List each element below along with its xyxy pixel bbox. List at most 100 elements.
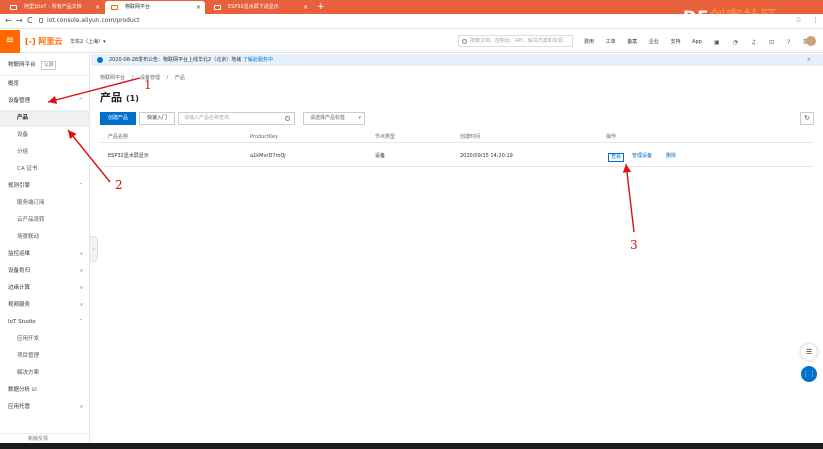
breadcrumb-iot[interactable]: 物联网平台 (100, 75, 125, 81)
sidebar-item[interactable]: 解决方案 (0, 365, 89, 382)
nav-support[interactable]: 支持 (670, 38, 680, 45)
url-field[interactable]: iot.console.aliyun.com/product (47, 16, 139, 26)
chevron-up-icon[interactable]: ^ (79, 314, 83, 331)
sidebar-item-label: 应用托管 (8, 404, 31, 410)
sidebar-item-label: 概览 (8, 81, 20, 87)
sidebar-item-label: 数据分析 ☑ (8, 387, 37, 393)
info-icon (97, 57, 103, 63)
aliyun-logo[interactable]: [-] 阿里云 (25, 36, 62, 47)
search-icon[interactable] (285, 116, 290, 121)
sidebar-item[interactable]: 云产品流转 (0, 212, 89, 229)
nav-app[interactable]: App (692, 39, 702, 45)
sidebar-item[interactable]: 项目管理 (0, 348, 89, 365)
search-placeholder: 搜索文档、控制台、API、解决方案和资源 (470, 38, 563, 44)
star-icon[interactable]: ☆ (795, 16, 801, 24)
tab-favicon-icon (10, 5, 17, 10)
menu-icon[interactable]: ≡ (0, 30, 20, 53)
sidebar-item-label: IoT Studio (8, 319, 36, 325)
sidebar-item[interactable]: 设备管理 ^ (0, 93, 89, 110)
sidebar-item[interactable]: IoT Studio ^ (0, 314, 89, 331)
delete-link[interactable]: 删除 (666, 146, 676, 167)
tutorial-annotations (47, 77, 635, 233)
close-icon[interactable]: × (807, 54, 811, 66)
product-tag-select[interactable]: 请选择产品标签 ▾ (303, 112, 365, 125)
nav-tickets[interactable]: 工单 (606, 38, 616, 45)
chevron-down-icon[interactable]: v (80, 280, 83, 297)
chevron-down-icon[interactable]: v (80, 399, 83, 416)
col-created-time: 创建时间 (460, 134, 481, 140)
manage-devices-link[interactable]: 管理设备 (632, 146, 652, 167)
sidebar-item[interactable]: 应用托管 v (0, 399, 89, 416)
os-taskbar (0, 443, 823, 449)
sidebar-item-label: 产品 (17, 115, 29, 121)
chat-icon[interactable]: ☰ (801, 344, 817, 360)
new-tab-button[interactable]: + (317, 1, 325, 13)
close-icon[interactable]: × (95, 1, 100, 14)
sidebar-item[interactable]: 概览 (0, 76, 89, 93)
chevron-up-icon[interactable]: ^ (79, 93, 83, 110)
create-product-button[interactable]: 创建产品 (100, 112, 136, 125)
chevron-down-icon[interactable]: v (80, 246, 83, 263)
sidebar-item[interactable]: 服务端订阅 (0, 195, 89, 212)
col-node-type: 节点类型 (375, 134, 396, 140)
help-icon[interactable]: ? (787, 39, 790, 46)
refresh-icon[interactable]: ↻ (800, 112, 814, 125)
sidebar-item-label: 云产品流转 (17, 217, 45, 223)
sidebar-item[interactable]: 产品 (0, 110, 89, 127)
grid-icon[interactable]: ⋮⋮ (801, 366, 817, 382)
global-search-input[interactable]: 搜索文档、控制台、API、解决方案和资源 (458, 35, 573, 47)
region-selector[interactable]: 华东2（上海）▾ (70, 38, 106, 45)
nav-filing[interactable]: 备案 (627, 38, 637, 45)
close-icon[interactable]: × (196, 1, 201, 14)
sidebar-item[interactable]: 分组 (0, 144, 89, 161)
sidebar-item[interactable]: 视频服务 v (0, 297, 89, 314)
sidebar-item[interactable]: 场景联动 (0, 229, 89, 246)
chevron-down-icon: ▾ (358, 115, 361, 121)
sidebar-item[interactable]: 规则引擎 ^ (0, 178, 89, 195)
avatar[interactable] (806, 36, 816, 46)
sidebar: 物联网平台 公测 概览设备管理 ^ 产品设备分组 CA 证书 规则引擎 ^ 服务端订阅云产品… (0, 54, 90, 443)
screen-icon[interactable]: ▣ (714, 39, 720, 46)
sidebar-collapse-icon[interactable]: ‹ (90, 236, 98, 262)
sidebar-item[interactable]: CA 证书 (0, 161, 89, 178)
browser-tab-2[interactable]: 物联网平台 × (105, 1, 205, 14)
close-icon[interactable]: × (303, 1, 308, 14)
chevron-up-icon[interactable]: ^ (79, 178, 83, 195)
chevron-down-icon[interactable]: v (80, 263, 83, 280)
sidebar-item[interactable]: 设备划归 v (0, 263, 89, 280)
sidebar-item[interactable]: 数据分析 ☑ (0, 382, 89, 399)
forward-icon[interactable]: → (16, 16, 23, 26)
sidebar-item-label: 项目管理 (17, 353, 40, 359)
feedback-link[interactable]: 新版反馈 (0, 433, 89, 443)
table-header: 产品名称 ProductKey 节点类型 创建时间 操作 (100, 131, 814, 143)
back-icon[interactable]: ← (5, 16, 12, 26)
quick-start-button[interactable]: 快速入门 (139, 112, 175, 125)
browser-tab-3[interactable]: ESP32显水屏下进显示 × (208, 1, 312, 14)
sidebar-item-label: 监控运维 (8, 251, 31, 257)
col-product-key: ProductKey (250, 134, 279, 140)
sidebar-menu: 概览 设备管理 ^ 产品 设备 分组 CA 证书 规则引擎 ^ 服务端订阅 云产品流转 场景联动 监控运… (0, 76, 89, 416)
sidebar-item[interactable]: 设备 (0, 127, 89, 144)
browser-tab-1[interactable]: 阿里云IoT - 所有产品文档 × (4, 1, 104, 14)
sidebar-item[interactable]: 监控运维 v (0, 246, 89, 263)
sidebar-header: 物联网平台 公测 (0, 54, 89, 76)
product-search-placeholder: 请输入产品名称查询 (184, 115, 230, 121)
reload-icon[interactable]: C (27, 16, 33, 26)
view-link[interactable]: 查看 (608, 153, 625, 162)
sidebar-item[interactable]: 边缘计算 v (0, 280, 89, 297)
more-icon[interactable]: ⋮ (812, 16, 819, 24)
nav-enterprise[interactable]: 企业 (649, 38, 659, 45)
sidebar-item[interactable]: 应用开发 (0, 331, 89, 348)
bell-icon[interactable]: ♫ (751, 39, 756, 46)
nav-fees[interactable]: 费用 (584, 38, 594, 45)
product-search-input[interactable]: 请输入产品名称查询 (178, 112, 295, 125)
clock-icon[interactable]: ◔ (733, 39, 738, 46)
product-tag-select-label: 请选择产品标签 (310, 115, 346, 121)
cart-icon[interactable]: ⊡ (769, 39, 774, 46)
arrow-3 (622, 163, 635, 233)
chevron-down-icon[interactable]: v (80, 297, 83, 314)
sidebar-item-label: 分组 (17, 149, 29, 155)
page-title: 产品 (1) (100, 89, 139, 105)
annotation-number-2: 2 (115, 178, 123, 192)
announcement-link[interactable]: 了解此服务中 (243, 57, 273, 63)
